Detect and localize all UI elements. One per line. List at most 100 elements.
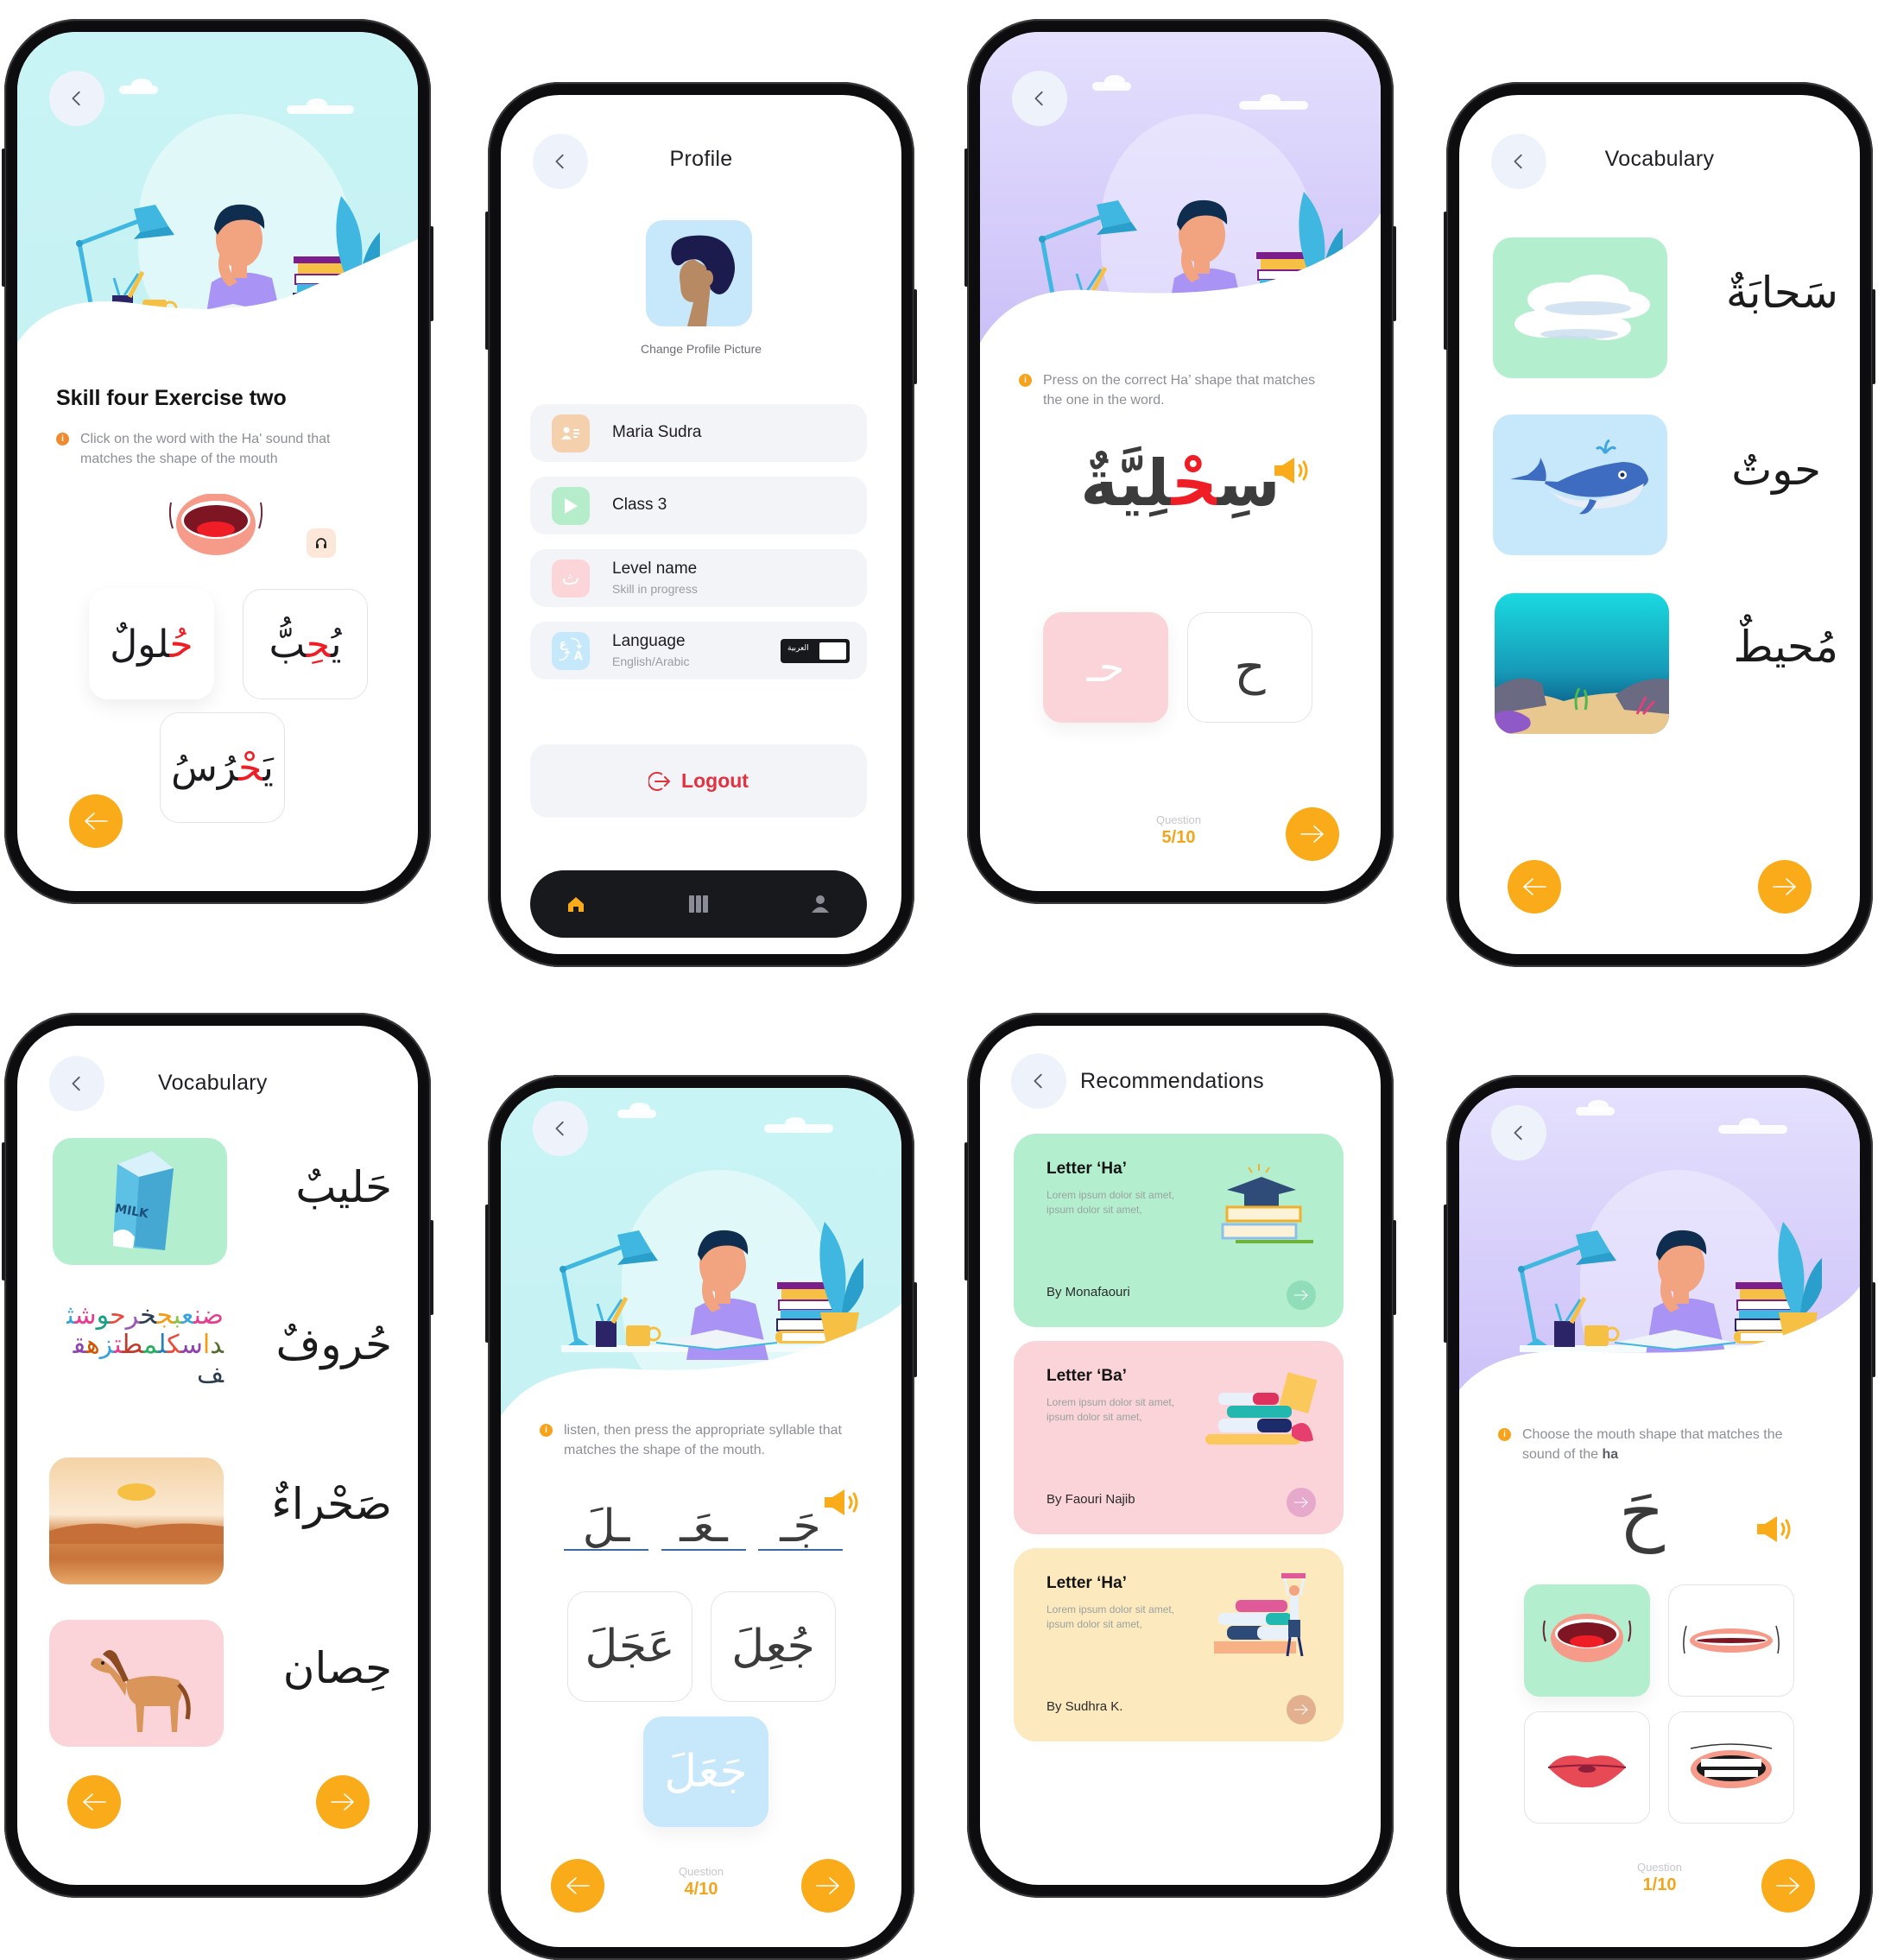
word-card[interactable]: يُحِبُّ [243,589,368,699]
shape-option-card[interactable]: حـ [1043,612,1168,723]
phone-exercise-syllables: i listen, then press the appropriate syl… [485,1075,917,1960]
change-picture-link[interactable]: Change Profile Picture [501,342,901,356]
question-counter: Question 5/10 [1155,813,1202,847]
listen-button[interactable] [307,528,336,558]
tab-library[interactable] [683,888,714,920]
back-button[interactable] [49,71,104,126]
next-button[interactable] [1286,807,1339,861]
mouth-option-card[interactable] [1668,1584,1794,1697]
user-icon [812,895,829,913]
mouth-option-card[interactable] [1524,1711,1650,1824]
syllable: ـلَ [564,1501,648,1561]
phone-profile: Profile Change Profile Picture Maria Sud… [485,82,917,967]
back-button[interactable] [1491,1105,1546,1160]
previous-button[interactable] [1508,860,1561,914]
info-icon: i [540,1424,553,1437]
arrow-left-icon [83,812,109,831]
arrow-left-icon [1521,877,1547,896]
profile-row-name[interactable]: Maria Sudra [530,404,867,462]
phone-exercise-mouth: i Choose the mouth shape that matches th… [1444,1075,1875,1960]
phone-vocabulary-b: Vocabulary MILK حَليبٌ ضنعبجخرحوشثداسكلم… [2,1013,433,1898]
phone-exercise-words: Skill four Exercise two i Click on the w… [2,19,433,904]
instruction: i Press on the correct Ha’ shape that ma… [1019,370,1330,410]
chevron-left-icon [67,89,86,108]
back-button[interactable] [1012,71,1067,126]
logout-button[interactable]: Logout [530,744,867,818]
syllable-option-card[interactable]: جَعَلَ [643,1717,768,1827]
question-counter: Question 4/10 [678,1865,724,1899]
wide-open-mouth-illustration [1542,1614,1632,1662]
mouth-option-card[interactable] [1524,1584,1650,1697]
back-button[interactable] [1011,1053,1066,1109]
phone-recommendations: Recommendations Letter ‘Ha’ Lorem ipsum … [964,1013,1396,1898]
graduation-books-illustration [1221,1164,1313,1243]
tab-profile[interactable] [805,888,836,920]
shape-option-card[interactable]: ح [1187,612,1312,723]
page-title: Recommendations [1080,1069,1264,1093]
back-button[interactable] [533,1101,588,1156]
recommendation-card[interactable]: Letter ‘Ha’ Lorem ipsum dolor sit amet, … [1014,1134,1344,1327]
next-button[interactable] [801,1859,855,1913]
word-card[interactable]: يَحْرُسُ [160,712,285,823]
screen: Vocabulary سَحابَةٌ حوتٌ مُحيطٌ [1459,95,1860,954]
arrow-right-icon [330,1792,356,1811]
logout-icon [648,771,671,791]
vocab-word: سَحابَةٌ [1725,268,1838,318]
tab-home[interactable] [560,888,591,920]
open-recommendation-button[interactable] [1287,1488,1316,1517]
contact-card-icon [552,414,590,452]
profile-row-class[interactable]: Class 3 [530,477,867,534]
student-books-illustration [1214,1573,1306,1657]
previous-button[interactable] [551,1859,604,1913]
open-recommendation-button[interactable] [1287,1695,1316,1724]
chevron-left-icon [67,1074,86,1093]
arrow-left-icon [81,1792,107,1811]
recommendation-card[interactable]: Letter ‘Ha’ Lorem ipsum dolor sit amet, … [1014,1548,1344,1742]
closed-lips-illustration [1547,1755,1627,1788]
vocab-image-desert [49,1457,224,1584]
syllable-row: جَـ ـعَـ ـلَ [560,1501,844,1565]
word-card[interactable]: حُلولٌ [89,589,214,699]
chevron-left-icon [1030,89,1049,108]
instruction: i Choose the mouth shape that matches th… [1498,1425,1818,1464]
arabic-letter-icon: ث [552,560,590,597]
syllable: جَـ [758,1501,843,1561]
phone-vocabulary-a: Vocabulary سَحابَةٌ حوتٌ مُحيطٌ [1444,82,1875,967]
avatar[interactable] [646,220,752,326]
previous-button[interactable] [69,794,123,848]
next-button[interactable] [1761,1859,1815,1913]
syllable-option-card[interactable]: عَجَلَ [567,1591,692,1702]
library-icon [689,895,708,913]
open-recommendation-button[interactable] [1287,1280,1316,1310]
next-button[interactable] [316,1775,370,1829]
vocab-word: حُروفٌ [275,1319,392,1369]
book-stack-illustration [1205,1372,1318,1445]
question-counter: Question 1/10 [1636,1861,1683,1894]
syllable-option-card[interactable]: جُعِلَ [711,1591,836,1702]
vocab-image-ocean [1495,593,1669,734]
arrow-right-icon [1299,825,1325,844]
home-icon [568,897,584,912]
phone-exercise-shape: i Press on the correct Ha’ shape that ma… [964,19,1396,904]
screen: Vocabulary MILK حَليبٌ ضنعبجخرحوشثداسكلم… [17,1026,418,1885]
profile-row-language[interactable]: ع ⤵ ⤴ A Language English/Arabic العربية [530,622,867,680]
teeth-mouth-illustration [1690,1743,1773,1788]
language-toggle[interactable]: العربية [781,639,850,663]
page-title: Profile [669,147,733,171]
screen: Profile Change Profile Picture Maria Sud… [501,95,901,954]
speaker-icon[interactable] [1755,1514,1794,1545]
page-title: Vocabulary [158,1071,268,1095]
previous-button[interactable] [67,1775,121,1829]
back-button[interactable] [49,1056,104,1111]
vocab-word: حوتٌ [1731,445,1821,495]
profile-row-level[interactable]: ث Level name Skill in progress [530,549,867,607]
arrow-right-icon [1772,877,1798,896]
mouth-option-card[interactable] [1668,1711,1794,1824]
recommendation-card[interactable]: Letter ‘Ba’ Lorem ipsum dolor sit amet, … [1014,1341,1344,1534]
speaker-icon[interactable] [1272,455,1312,486]
next-button[interactable] [1758,860,1812,914]
arrow-right-icon [1293,1496,1309,1508]
screen: Skill four Exercise two i Click on the w… [17,32,418,891]
vocab-image-milk: MILK [53,1138,227,1265]
chevron-left-icon [1029,1072,1048,1091]
